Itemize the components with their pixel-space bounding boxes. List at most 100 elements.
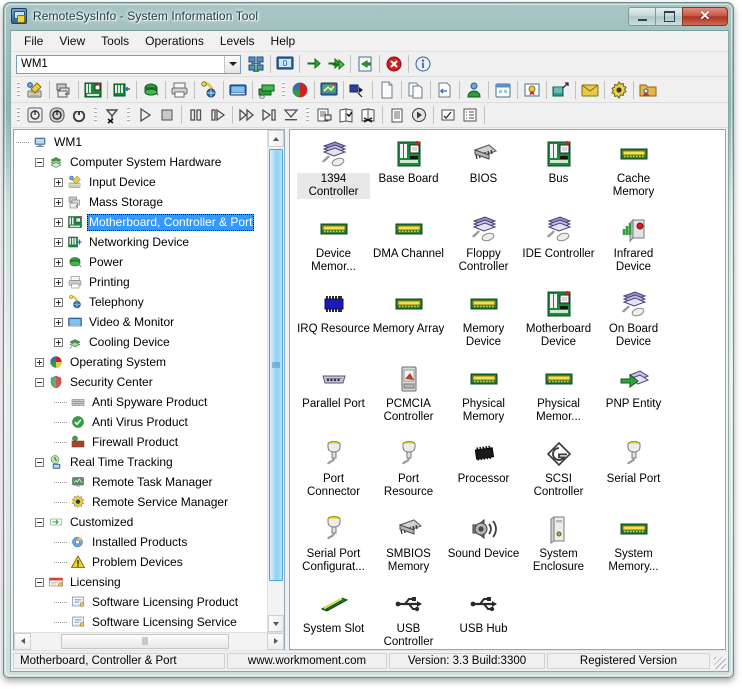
grid-item[interactable]: Physical Memor... (521, 361, 596, 436)
log-icon[interactable] (386, 105, 408, 126)
close-button[interactable]: ✕ (682, 7, 728, 26)
networking-icon[interactable] (111, 79, 133, 100)
scroll-down-button[interactable] (268, 615, 284, 632)
grid-item[interactable]: SCSI Controller (521, 436, 596, 511)
remote-monitor-icon[interactable]: 0 (274, 54, 296, 75)
grid-item[interactable]: Motherboard Device (521, 286, 596, 361)
grid-item[interactable]: DMA Channel (371, 211, 446, 286)
target-machine-combo[interactable]: WM1 (16, 55, 241, 74)
grid-item[interactable]: Memory Array (371, 286, 446, 361)
mail-icon[interactable] (579, 79, 601, 100)
stop-error-icon[interactable] (383, 54, 405, 75)
tree-node[interactable]: Cooling Device (16, 332, 267, 352)
tree-node[interactable]: Printing (16, 272, 267, 292)
menu-file[interactable]: File (16, 32, 51, 51)
telephony-icon[interactable] (198, 79, 220, 100)
tree-horizontal-scrollbar[interactable] (14, 632, 284, 649)
grid-item[interactable]: BIOS (446, 136, 521, 211)
input-device-icon[interactable] (24, 79, 46, 100)
report-new-icon[interactable] (313, 105, 335, 126)
grid-item[interactable]: Port Connector (296, 436, 371, 511)
tree-node[interactable]: Video & Monitor (16, 312, 267, 332)
grid-item[interactable]: IDE Controller (521, 211, 596, 286)
grid-item[interactable]: IRQ Resource (296, 286, 371, 361)
grid-item[interactable]: Serial Port Configurat... (296, 511, 371, 586)
tree-node[interactable]: Motherboard, Controller & Port (16, 212, 267, 232)
toolbar-grip[interactable] (15, 81, 22, 99)
cooling-icon[interactable] (256, 79, 278, 100)
desktop-settings-icon[interactable] (318, 79, 340, 100)
fast-forward-icon[interactable] (236, 105, 258, 126)
tree-node[interactable]: Software Licensing Product (16, 592, 267, 612)
skip-icon[interactable] (258, 105, 280, 126)
power-off-icon[interactable] (46, 105, 68, 126)
user-icon[interactable] (463, 79, 485, 100)
tree-node[interactable]: Anti Spyware Product (16, 392, 267, 412)
grid-item[interactable]: Processor (446, 436, 521, 511)
grid-item[interactable]: Serial Port (596, 436, 671, 511)
tree-node[interactable]: Remote Service Manager (16, 492, 267, 512)
expand-icon[interactable] (54, 218, 63, 227)
page-link-icon[interactable] (434, 79, 456, 100)
expand-icon[interactable] (54, 318, 63, 327)
stop-icon[interactable] (156, 105, 178, 126)
printing-icon[interactable] (169, 79, 191, 100)
tree-node[interactable]: Real Time Tracking (16, 452, 267, 472)
grid-item[interactable]: System Slot (296, 586, 371, 650)
grid-item[interactable]: SMBIOS Memory (371, 511, 446, 586)
tree-node[interactable]: WM1 (16, 132, 267, 152)
grid-item[interactable]: PCMCIA Controller (371, 361, 446, 436)
grid-item[interactable]: On Board Device (596, 286, 671, 361)
resize-grip[interactable] (712, 653, 726, 669)
grid-item[interactable]: Memory Device (446, 286, 521, 361)
double-forward-arrow-icon[interactable] (325, 54, 347, 75)
forward-arrow-icon[interactable] (303, 54, 325, 75)
page-icon[interactable] (376, 79, 398, 100)
minimize-button[interactable] (628, 7, 656, 26)
title-bar[interactable]: RemoteSysInfo - System Information Tool … (4, 3, 733, 29)
expand-icon[interactable] (54, 178, 63, 187)
collapse-icon[interactable] (35, 518, 44, 527)
menu-levels[interactable]: Levels (212, 32, 263, 51)
network-map-icon[interactable] (550, 79, 572, 100)
expand-icon[interactable] (35, 358, 44, 367)
grid-item[interactable]: Floppy Controller (446, 211, 521, 286)
certificate-icon[interactable] (521, 79, 543, 100)
tree-node[interactable]: Installed Products (16, 532, 267, 552)
tree-scroll-area[interactable]: WM1Computer System HardwareInput DeviceM… (14, 130, 267, 632)
grid-item[interactable]: System Enclosure (521, 511, 596, 586)
tree-node[interactable]: Mass Storage (16, 192, 267, 212)
maximize-button[interactable] (655, 7, 683, 26)
grid-item[interactable]: USB Hub (446, 586, 521, 650)
power-icon[interactable] (140, 79, 162, 100)
clear-icon[interactable] (101, 105, 123, 126)
expand-icon[interactable] (54, 338, 63, 347)
tree-node[interactable]: Customized (16, 512, 267, 532)
toolbar-grip[interactable] (280, 81, 287, 99)
tree-node[interactable]: Operating System (16, 352, 267, 372)
toolbar-grip[interactable] (15, 106, 22, 124)
report-edit-icon[interactable] (335, 105, 357, 126)
grid-item[interactable]: Infrared Device (596, 211, 671, 286)
run-icon[interactable] (408, 105, 430, 126)
check-task-icon[interactable] (437, 105, 459, 126)
video-monitor-icon[interactable] (227, 79, 249, 100)
grid-item[interactable]: Base Board (371, 136, 446, 211)
restart-icon[interactable] (68, 105, 90, 126)
menu-operations[interactable]: Operations (137, 32, 212, 51)
h-scroll-thumb[interactable] (61, 634, 229, 649)
play-icon[interactable] (134, 105, 156, 126)
service-gear-icon[interactable] (608, 79, 630, 100)
grid-item[interactable]: Sound Device (446, 511, 521, 586)
grid-item[interactable]: Physical Memory (446, 361, 521, 436)
operating-system-icon[interactable] (289, 79, 311, 100)
collapse-icon[interactable] (35, 578, 44, 587)
collapse-icon[interactable] (35, 158, 44, 167)
collapse-icon[interactable] (35, 458, 44, 467)
item-grid-panel[interactable]: 1394 ControllerBase BoardBIOSBusCache Me… (289, 129, 726, 650)
scroll-left-button[interactable] (14, 633, 31, 650)
scroll-up-button[interactable] (268, 130, 284, 147)
toolbar-grip[interactable] (125, 106, 132, 124)
share-icon[interactable] (347, 79, 369, 100)
tree-node[interactable]: Security Center (16, 372, 267, 392)
